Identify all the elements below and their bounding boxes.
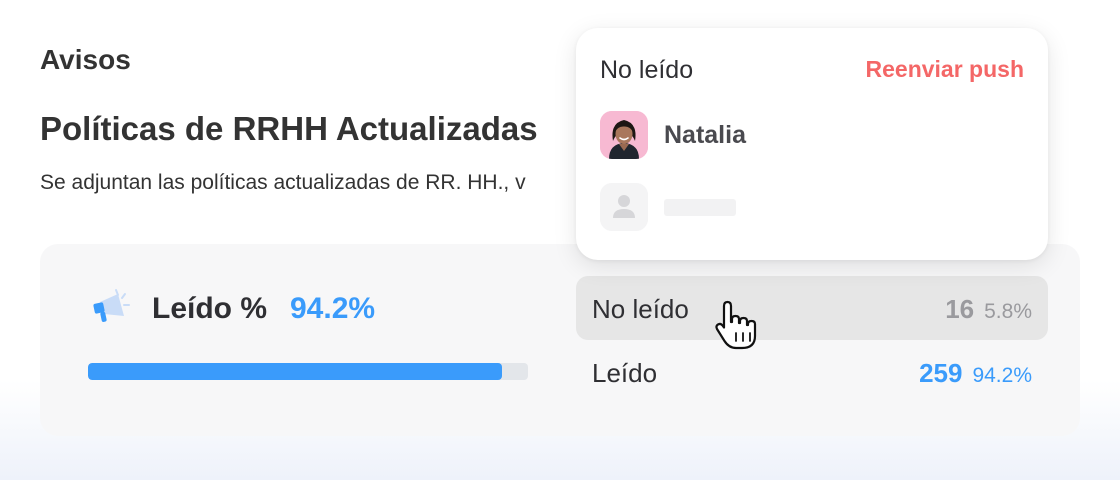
section-title: Avisos xyxy=(40,44,131,75)
read-count: 259 xyxy=(919,358,963,388)
read-progress-fill xyxy=(88,363,503,380)
notice-title: Políticas de RRHH Actualizadas xyxy=(40,110,538,147)
popover-title: No leído xyxy=(600,56,694,84)
avatar-placeholder-icon xyxy=(600,183,648,231)
read-rate-label: Leído % xyxy=(152,292,268,325)
read-stats-card: Leído % 94.2% No leído 16 5.8% Leído 259… xyxy=(40,244,1080,436)
resend-push-button[interactable]: Reenviar push xyxy=(866,56,1025,83)
read-rate-value: 94.2% xyxy=(290,292,376,325)
read-row[interactable]: Leído 259 94.2% xyxy=(576,340,1048,404)
read-label: Leído xyxy=(592,358,658,388)
user-name: Natalia xyxy=(664,120,746,149)
avatar xyxy=(600,111,648,159)
user-name-placeholder xyxy=(664,198,736,216)
user-item[interactable]: Natalia xyxy=(600,111,746,159)
notice-body: Se adjuntan las políticas actualizadas d… xyxy=(40,171,526,194)
unread-count: 16 xyxy=(945,294,975,324)
unread-label: No leído xyxy=(592,294,689,324)
user-item-placeholder xyxy=(600,183,736,231)
read-percent: 94.2% xyxy=(972,364,1032,387)
unread-users-popover: No leído Reenviar push Natalia xyxy=(576,28,1048,260)
unread-row[interactable]: No leído 16 5.8% xyxy=(576,276,1048,340)
read-progress-bar xyxy=(88,363,528,380)
megaphone-icon xyxy=(93,289,130,322)
unread-percent: 5.8% xyxy=(984,300,1032,323)
hand-pointer-cursor-icon xyxy=(715,300,757,350)
